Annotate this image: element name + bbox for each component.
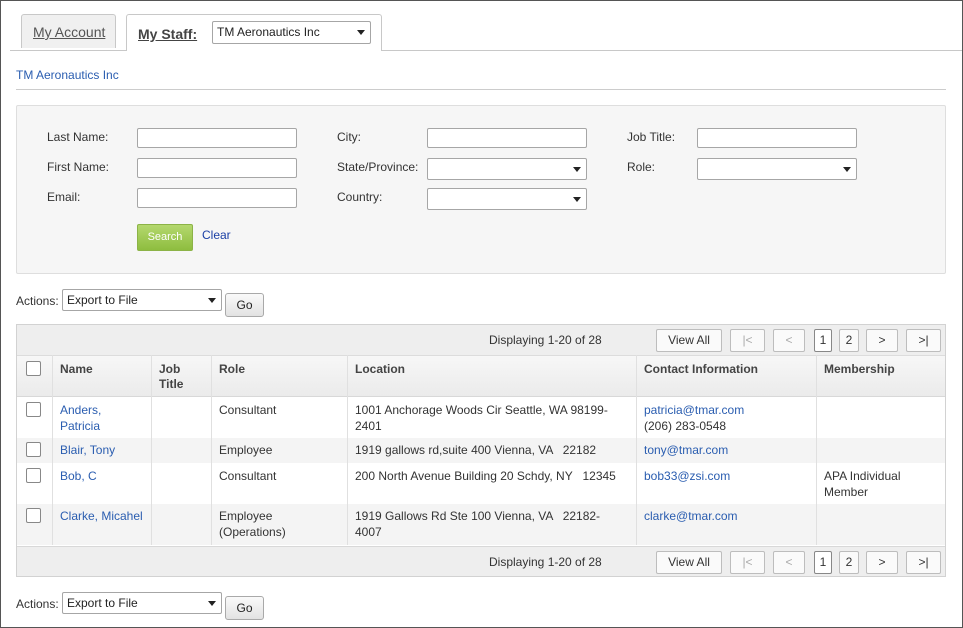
column-divider: [151, 355, 152, 545]
next-page-button[interactable]: >: [866, 551, 898, 574]
first-name-input[interactable]: [137, 158, 297, 178]
displaying-count: Displaying 1-20 of 28: [489, 555, 602, 569]
actions-select-value: Export to File: [67, 293, 138, 307]
row-checkbox[interactable]: [26, 442, 41, 457]
city-label: City:: [337, 130, 361, 144]
row-phone: (206) 283-0548: [644, 419, 727, 433]
prev-page-button[interactable]: <: [773, 551, 805, 574]
table-row: Clarke, Micahel Employee (Operations) 19…: [17, 504, 945, 546]
tab-my-staff-label[interactable]: My Staff:: [138, 26, 197, 42]
job-title-label: Job Title:: [627, 130, 676, 144]
pager-bottom: Displaying 1-20 of 28 View All |< < 1 2 …: [17, 546, 945, 576]
actions-select[interactable]: Export to File: [62, 592, 222, 614]
pager-top: Displaying 1-20 of 28 View All |< < 1 2 …: [17, 325, 945, 355]
go-button[interactable]: Go: [225, 596, 264, 620]
email-input[interactable]: [137, 188, 297, 208]
page-2-button[interactable]: 2: [839, 329, 859, 352]
displaying-count: Displaying 1-20 of 28: [489, 333, 602, 347]
row-checkbox[interactable]: [26, 402, 41, 417]
col-location[interactable]: Location: [355, 362, 405, 377]
page-1-button[interactable]: 1: [814, 329, 832, 352]
col-contact[interactable]: Contact Information: [644, 362, 758, 377]
page-2-button[interactable]: 2: [839, 551, 859, 574]
last-page-button[interactable]: >|: [906, 551, 941, 574]
country-label: Country:: [337, 190, 383, 204]
row-role: Employee: [219, 443, 273, 457]
row-role: Consultant: [219, 469, 277, 483]
chevron-down-icon: [208, 601, 216, 606]
next-page-button[interactable]: >: [866, 329, 898, 352]
col-name[interactable]: Name: [60, 362, 93, 377]
role-select[interactable]: [697, 158, 857, 180]
row-email[interactable]: clarke@tmar.com: [644, 508, 738, 524]
email-label: Email:: [47, 190, 81, 204]
row-location: 1919 Gallows Rd Ste 100 Vienna, VA 22182…: [355, 509, 601, 539]
staff-grid: Displaying 1-20 of 28 View All |< < 1 2 …: [16, 324, 946, 577]
job-title-input[interactable]: [697, 128, 857, 148]
row-checkbox[interactable]: [26, 468, 41, 483]
row-role: Consultant: [219, 403, 277, 417]
row-role: Employee (Operations): [219, 509, 286, 539]
last-name-label: Last Name:: [47, 130, 109, 144]
row-name[interactable]: Clarke, Micahel: [60, 508, 143, 524]
column-divider: [636, 355, 637, 545]
row-name[interactable]: Blair, Tony: [60, 442, 115, 458]
col-membership[interactable]: Membership: [824, 362, 895, 377]
tab-my-staff[interactable]: My Staff: TM Aeronautics Inc: [126, 14, 382, 51]
first-page-button[interactable]: |<: [730, 329, 765, 352]
row-email[interactable]: tony@tmar.com: [644, 442, 728, 458]
divider: [16, 89, 946, 90]
row-location: 1001 Anchorage Woods Cir Seattle, WA 981…: [355, 403, 608, 433]
chevron-down-icon: [573, 167, 581, 172]
row-location: 1919 gallows rd,suite 400 Vienna, VA 221…: [355, 443, 597, 457]
chevron-down-icon: [357, 30, 365, 35]
city-input[interactable]: [427, 128, 587, 148]
table-header: Name Job Title Role Location Contact Inf…: [17, 355, 945, 397]
first-page-button[interactable]: |<: [730, 551, 765, 574]
column-divider: [211, 355, 212, 545]
tab-my-account[interactable]: My Account: [21, 14, 116, 48]
table-row: Bob, C Consultant 200 North Avenue Build…: [17, 464, 945, 504]
view-all-button[interactable]: View All: [656, 329, 722, 352]
table-row: Blair, Tony Employee 1919 gallows rd,sui…: [17, 438, 945, 464]
chevron-down-icon: [208, 298, 216, 303]
first-name-label: First Name:: [47, 160, 110, 174]
search-button[interactable]: Search: [137, 224, 193, 251]
actions-label: Actions:: [16, 597, 59, 611]
role-label: Role:: [627, 160, 656, 174]
chevron-down-icon: [843, 167, 851, 172]
row-email[interactable]: bob33@zsi.com: [644, 468, 730, 484]
column-divider: [816, 355, 817, 545]
view-all-button[interactable]: View All: [656, 551, 722, 574]
actions-select[interactable]: Export to File: [62, 289, 222, 311]
state-label: State/Province:: [337, 160, 419, 174]
staff-company-value: TM Aeronautics Inc: [217, 25, 320, 39]
table-row: Anders, Patricia Consultant 1001 Anchora…: [17, 398, 945, 438]
row-email[interactable]: patricia@tmar.com: [644, 402, 744, 418]
organization-link[interactable]: TM Aeronautics Inc: [16, 68, 119, 82]
column-divider: [52, 355, 53, 545]
page-1-button[interactable]: 1: [814, 551, 832, 574]
tab-my-account-label[interactable]: My Account: [33, 24, 105, 40]
row-name[interactable]: Bob, C: [60, 468, 97, 484]
col-role[interactable]: Role: [219, 362, 245, 377]
country-select[interactable]: [427, 188, 587, 210]
go-button[interactable]: Go: [225, 293, 264, 317]
staff-company-select[interactable]: TM Aeronautics Inc: [212, 21, 371, 44]
row-membership: APA Individual Member: [824, 469, 901, 499]
actions-label: Actions:: [16, 294, 59, 308]
row-checkbox[interactable]: [26, 508, 41, 523]
chevron-down-icon: [573, 197, 581, 202]
col-job-title[interactable]: Job Title: [159, 362, 183, 392]
last-page-button[interactable]: >|: [906, 329, 941, 352]
row-location: 200 North Avenue Building 20 Schdy, NY 1…: [355, 469, 616, 483]
state-select[interactable]: [427, 158, 587, 180]
prev-page-button[interactable]: <: [773, 329, 805, 352]
row-name[interactable]: Anders, Patricia: [60, 402, 101, 434]
last-name-input[interactable]: [137, 128, 297, 148]
column-divider: [347, 355, 348, 545]
clear-link[interactable]: Clear: [202, 228, 231, 242]
actions-select-value: Export to File: [67, 596, 138, 610]
select-all-checkbox[interactable]: [26, 361, 41, 376]
